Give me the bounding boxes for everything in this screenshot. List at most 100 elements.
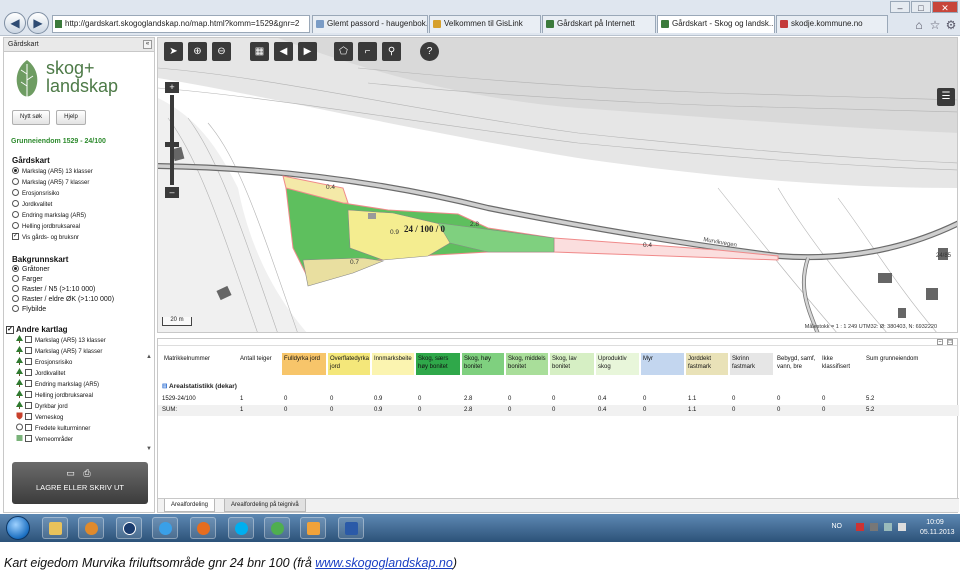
option-jordkvalitet[interactable]: Jordkvalitet [12,199,52,210]
forward-button[interactable]: ▶ [27,12,49,34]
zoom-plus-icon[interactable]: + [165,82,179,93]
layer-helling[interactable]: Helling jordbruksareal [16,390,93,402]
column-header[interactable]: Matrikkelnummer [162,353,238,375]
option-markslag-7[interactable]: Markslag (AR5) 7 klasser [12,177,89,188]
zoom-minus-icon[interactable]: – [165,187,179,198]
column-header[interactable]: Bebygd, samf, vann, bre [775,353,818,375]
gear-icon[interactable]: ⚙ [944,18,958,32]
ie-icon[interactable] [152,517,178,539]
new-search-button[interactable]: Nytt søk [12,110,50,125]
save-or-print-button[interactable]: ▭ ⎙ LAGRE ELLER SKRIV UT [12,462,148,504]
explorer-icon[interactable] [42,517,68,539]
column-header[interactable]: Skog, middels bonitet [506,353,548,375]
andre-kartlag-title[interactable]: ✓ Andre kartlag [6,325,68,334]
column-header[interactable]: Fulldyrka jord [282,353,326,375]
measure-area-icon[interactable]: ⬠ [334,42,353,61]
option-farger[interactable]: Farger [12,274,43,285]
minimize-button[interactable]: – [890,1,910,13]
zoom-in-icon[interactable]: ⊕ [188,42,207,61]
network-tray-icon[interactable] [870,523,878,531]
sidebar-scrollbar[interactable]: ▲ ▼ [146,354,152,454]
clock[interactable]: 10:09 05.11.2013 [920,518,955,538]
layer-list-icon[interactable]: ☰ [937,88,955,106]
layer-fredete-kulturminner[interactable]: Fredete kulturminner [16,423,90,435]
column-header[interactable]: Jorddekt fastmark [686,353,728,375]
option-erosjonsrisiko[interactable]: Erosjonsrisiko [12,188,59,199]
back-button[interactable]: ◀ [4,12,26,34]
column-header[interactable]: Skog, lav bonitet [550,353,594,375]
sync-tray-icon[interactable] [884,523,892,531]
option-endring-markslag[interactable]: Endring markslag (AR5) [12,210,86,221]
home-icon[interactable]: ⌂ [912,18,926,32]
scroll-up-icon[interactable]: ▲ [146,354,152,360]
option-gratoner[interactable]: Gråtoner [12,264,50,275]
language-indicator[interactable]: NO [832,523,843,530]
column-header[interactable]: Overflatedyrka jord [328,353,370,375]
column-header[interactable]: Skrinn fastmark [730,353,773,375]
pdf-tray-icon[interactable] [856,523,864,531]
panel-minimize-icon[interactable]: – [937,339,943,345]
tab-gardskart-active[interactable]: Gårdskart - Skog og landsk... [657,15,775,33]
column-header[interactable]: Sum grunneiendom [864,353,924,375]
collapse-icon[interactable]: ⊟ [162,383,169,390]
layer-endring-markslag[interactable]: Endring markslag (AR5) [16,379,99,391]
option-helling[interactable]: Helling jordbruksareal [12,221,80,232]
previous-extent-icon[interactable]: ◀ [274,42,293,61]
start-button[interactable] [6,516,30,540]
tab-gardskart-internett[interactable]: Gårdskart på Internett [542,15,656,33]
tab-arealfordeling-teig[interactable]: Arealfordeling på teignivå [224,499,306,512]
tab-skodje[interactable]: skodje.kommune.no [776,15,888,33]
tab-glemt-passord[interactable]: Glemt passord - haugenbok.n... [312,15,428,33]
option-flybilde[interactable]: Flybilde [12,304,46,315]
help-icon[interactable]: ? [420,42,439,61]
option-raster-n5[interactable]: Raster / N5 (>1:10 000) [12,284,95,295]
maximize-button[interactable]: □ [911,1,931,13]
full-extent-icon[interactable]: ▦ [250,42,269,61]
column-header[interactable]: Uproduktiv skog [596,353,639,375]
layer-markslag-7[interactable]: Markslag (AR5) 7 klasser [16,346,102,358]
skype-icon[interactable] [228,517,254,539]
close-window-button[interactable]: ✕ [932,1,958,13]
column-header[interactable]: Innmarksbeite [372,353,414,375]
outlook-icon[interactable] [300,517,326,539]
layer-erosjonsrisiko[interactable]: Erosjonsrisiko [16,357,72,369]
column-header[interactable]: Antall teiger [238,353,280,375]
layer-dyrkbar-jord[interactable]: Dyrkbar jord [16,401,68,413]
zoom-track[interactable] [170,95,174,185]
network-icon[interactable] [264,517,290,539]
tab-gislink[interactable]: Velkommen til GisLink [429,15,541,33]
hp-icon[interactable] [116,517,142,539]
column-header[interactable]: Skog, særs høy bonitet [416,353,460,375]
pointer-icon[interactable]: ➤ [164,42,183,61]
tab-arealfordeling[interactable]: Arealfordeling [164,499,216,512]
layer-verneskog[interactable]: Verneskog [16,412,63,424]
media-icon[interactable] [78,517,104,539]
option-raster-ok[interactable]: Raster / eldre ØK (>1:10 000) [12,294,114,305]
layer-jordkvalitet[interactable]: Jordkvalitet [16,368,65,380]
help-button[interactable]: Hjelp [56,110,86,125]
word-icon[interactable] [338,517,364,539]
address-bar[interactable]: http://gardskart.skogoglandskap.no/map.h… [52,15,310,33]
option-markslag-13[interactable]: Markslag (AR5) 13 klasser [12,166,93,177]
next-extent-icon[interactable]: ▶ [298,42,317,61]
zoom-out-icon[interactable]: ⊖ [212,42,231,61]
collapse-sidebar-button[interactable]: « [143,40,152,49]
layer-markslag-13[interactable]: Markslag (AR5) 13 klasser [16,335,106,347]
column-header[interactable]: Myr [641,353,684,375]
firefox-icon[interactable] [190,517,216,539]
volume-tray-icon[interactable] [898,523,906,531]
option-vis-gardsnr[interactable]: ✓ Vis gårds- og bruksnr [12,232,79,243]
measure-distance-icon[interactable]: ⌐ [358,42,377,61]
column-header[interactable]: Skog, høy bonitet [462,353,504,375]
info-pin-icon[interactable]: ⚲ [382,42,401,61]
zoom-slider[interactable]: + – [165,82,179,200]
panel-maximize-icon[interactable]: □ [947,339,953,345]
map-view[interactable]: 24 / 100 / 0 0.4 0.9 2.8 0.7 0.4 Murvikv… [157,37,958,333]
scroll-down-icon[interactable]: ▼ [146,446,152,452]
layer-verneomrader[interactable]: Verneområder [16,434,73,446]
caption-link[interactable]: www.skogoglandskap.no [315,556,453,570]
column-header[interactable]: Ikke klassifisert [820,353,862,375]
tree-icon [16,401,23,410]
zoom-knob[interactable] [165,142,179,147]
star-icon[interactable]: ☆ [928,18,942,32]
